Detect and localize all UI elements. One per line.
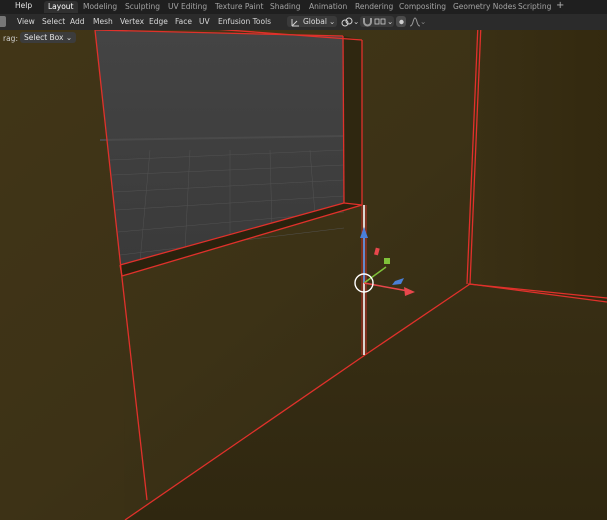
chevron-down-icon: ⌄	[420, 17, 427, 26]
menu-edge[interactable]: Edge	[149, 17, 168, 26]
tab-layout[interactable]: Layout	[44, 1, 78, 13]
pivot-link-icon[interactable]	[341, 16, 353, 28]
editor-type-icon[interactable]	[0, 16, 6, 27]
menu-add[interactable]: Add	[70, 17, 85, 26]
chevron-down-icon: ⌄	[353, 17, 360, 26]
menu-vertex[interactable]: Vertex	[120, 17, 144, 26]
drag-select-dropdown[interactable]: Select Box ⌄	[20, 32, 77, 43]
proportional-editing-icon[interactable]	[398, 18, 405, 26]
tab-animation[interactable]: Animation	[305, 1, 351, 13]
snap-target-icon[interactable]	[374, 17, 386, 27]
transform-orientation-label: Global	[303, 17, 327, 26]
chevron-down-icon: ⌄	[387, 17, 394, 26]
drag-label: rag:	[3, 34, 18, 43]
menu-view[interactable]: View	[17, 17, 35, 26]
topbar: Help Layout Modeling Sculpting UV Editin…	[0, 0, 607, 14]
menu-mesh[interactable]: Mesh	[93, 17, 113, 26]
help-menu[interactable]: Help	[15, 1, 32, 10]
tab-rendering[interactable]: Rendering	[351, 1, 397, 13]
chevron-down-icon: ⌄	[329, 17, 336, 26]
tab-compositing[interactable]: Compositing	[395, 1, 450, 13]
menu-select[interactable]: Select	[42, 17, 65, 26]
viewport-header: View Select Add Mesh Vertex Edge Face UV…	[0, 14, 607, 30]
menu-enfusion-tools[interactable]: Enfusion Tools	[218, 17, 271, 26]
chevron-down-icon: ⌄	[65, 33, 73, 42]
tab-uv-editing[interactable]: UV Editing	[164, 1, 211, 13]
axes-icon	[291, 19, 299, 27]
tab-sculpting[interactable]: Sculpting	[121, 1, 164, 13]
tab-modeling[interactable]: Modeling	[79, 1, 121, 13]
add-workspace-button[interactable]: +	[556, 0, 564, 11]
tab-geometry-nodes[interactable]: Geometry Nodes	[449, 1, 520, 13]
tab-scripting[interactable]: Scripting	[514, 1, 555, 13]
tab-shading[interactable]: Shading	[266, 1, 304, 13]
drag-select-value: Select Box	[24, 33, 64, 42]
menu-face[interactable]: Face	[175, 17, 192, 26]
magnet-icon[interactable]	[362, 16, 373, 27]
viewport-3d[interactable]	[0, 0, 607, 520]
menu-uv[interactable]: UV	[199, 17, 210, 26]
tab-texture-paint[interactable]: Texture Paint	[211, 1, 267, 13]
tool-header: rag: Select Box ⌄	[0, 31, 120, 45]
gizmo-y-handle[interactable]	[384, 258, 390, 264]
